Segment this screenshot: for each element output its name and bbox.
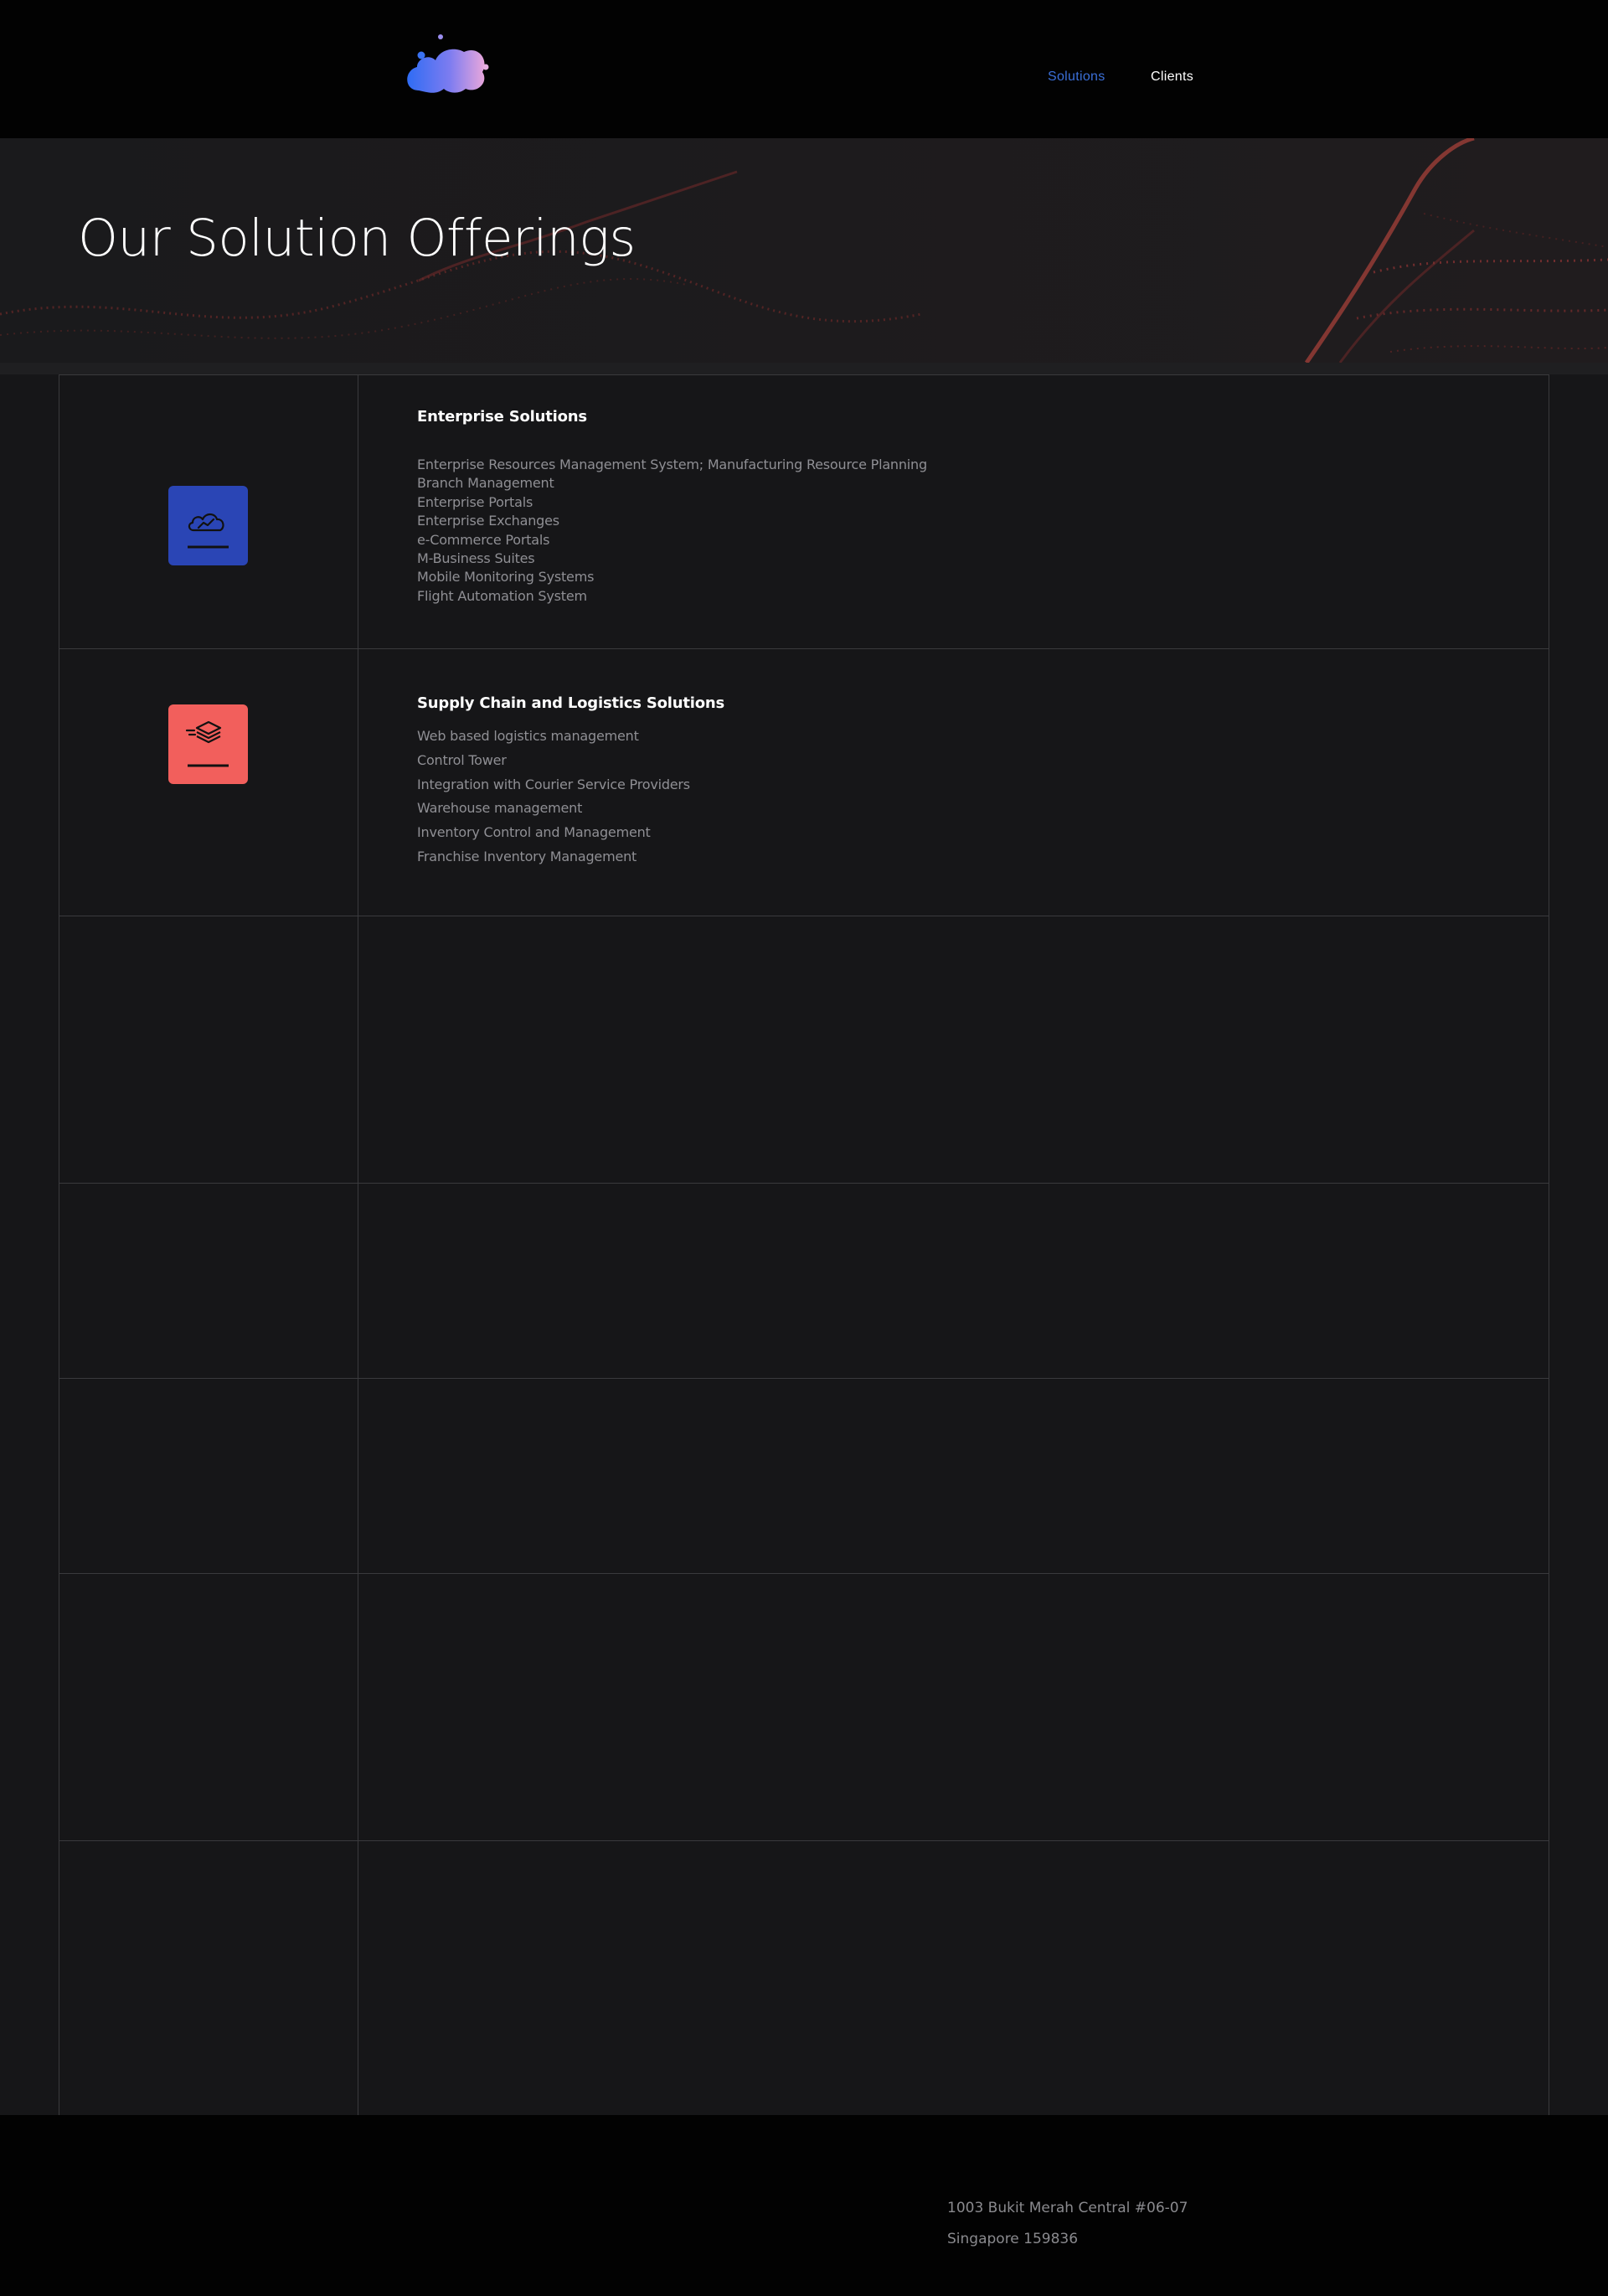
site-footer: 1003 Bukit Merah Central #06-07 Singapor… [0, 2115, 1608, 2296]
list-item: Control Tower [417, 752, 507, 768]
nav-solutions-link[interactable]: Solutions [1048, 70, 1106, 85]
page-title: Our Solution Offerings [78, 209, 636, 268]
list-item: Integration with Courier Service Provide… [417, 777, 690, 792]
list-item: e-Commerce Portals [417, 532, 550, 548]
cloud-chart-icon [188, 513, 229, 549]
grid-row-divider [59, 1573, 1549, 1574]
solutions-grid [59, 374, 1549, 2115]
supply-chain-tile [168, 704, 248, 784]
grid-row-divider [59, 1183, 1549, 1184]
layers-speed-icon [185, 720, 229, 767]
list-item: Warehouse management [417, 800, 583, 816]
grid-row-divider [59, 1378, 1549, 1379]
nav-clients-link[interactable]: Clients [1151, 70, 1193, 85]
cloud-blob-logo-icon [407, 34, 489, 93]
enterprise-solutions-title: Enterprise Solutions [417, 408, 587, 426]
list-item: M-Business Suites [417, 550, 535, 566]
list-item: Enterprise Resources Management System; … [417, 457, 927, 472]
list-item: Branch Management [417, 475, 554, 491]
list-item: Inventory Control and Management [417, 824, 651, 840]
site-logo[interactable] [402, 28, 494, 95]
grid-row-divider [59, 1840, 1549, 1841]
top-navbar: Solutions Clients [0, 0, 1608, 138]
list-item: Enterprise Exchanges [417, 513, 559, 529]
grid-row-divider [59, 648, 1549, 649]
enterprise-solutions-tile [168, 486, 248, 565]
hero-divider [0, 363, 1608, 374]
list-item: Enterprise Portals [417, 494, 533, 510]
footer-address-line1: 1003 Bukit Merah Central #06-07 [947, 2200, 1188, 2216]
list-item: Franchise Inventory Management [417, 849, 637, 864]
list-item: Mobile Monitoring Systems [417, 569, 595, 585]
supply-chain-title: Supply Chain and Logistics Solutions [417, 694, 725, 712]
list-item: Flight Automation System [417, 588, 587, 604]
list-item: Web based logistics management [417, 728, 639, 744]
footer-address-line2: Singapore 159836 [947, 2231, 1079, 2247]
hero-banner: Our Solution Offerings [0, 138, 1608, 363]
